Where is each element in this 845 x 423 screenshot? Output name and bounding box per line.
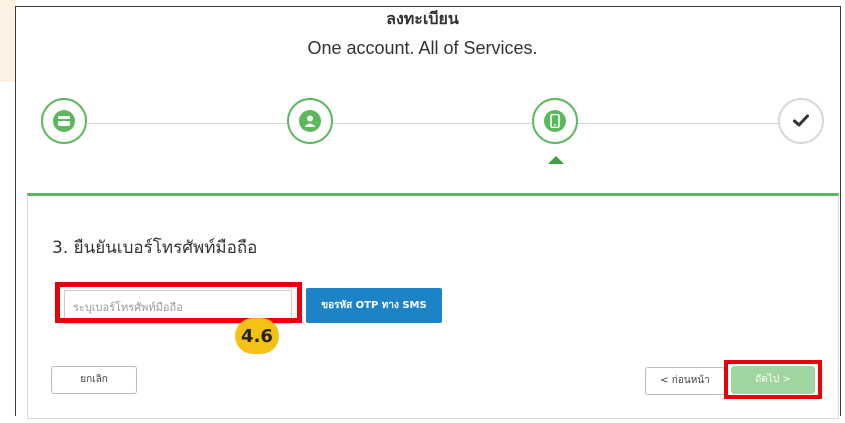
step-number-badge: 4.6 (235, 318, 279, 354)
panel-heading: 3. ยืนยันเบอร์โทรศัพท์มือถือ (52, 238, 258, 258)
previous-button[interactable]: < ก่อนหน้า (645, 367, 725, 395)
frame-right-border (840, 6, 841, 416)
user-icon (299, 110, 321, 132)
step-3-mobile[interactable] (532, 98, 578, 144)
request-otp-sms-button[interactable]: ขอรหัส OTP ทาง SMS (306, 288, 442, 323)
id-card-icon (53, 110, 75, 132)
check-icon (793, 112, 809, 131)
stepper-line (64, 123, 800, 124)
frame-left-border (15, 6, 16, 416)
page-subtitle: One account. All of Services. (307, 38, 538, 58)
step-2-user[interactable] (287, 98, 333, 144)
page-title: ลงทะเบียน (386, 9, 459, 28)
next-button[interactable]: ถัดไป > (731, 366, 815, 394)
step-1-id-card[interactable] (41, 98, 87, 144)
cancel-button[interactable]: ยกเลิก (51, 366, 137, 394)
mobile-phone-icon (544, 110, 566, 132)
step-4-complete[interactable] (778, 98, 824, 144)
current-step-caret-icon (548, 156, 564, 164)
